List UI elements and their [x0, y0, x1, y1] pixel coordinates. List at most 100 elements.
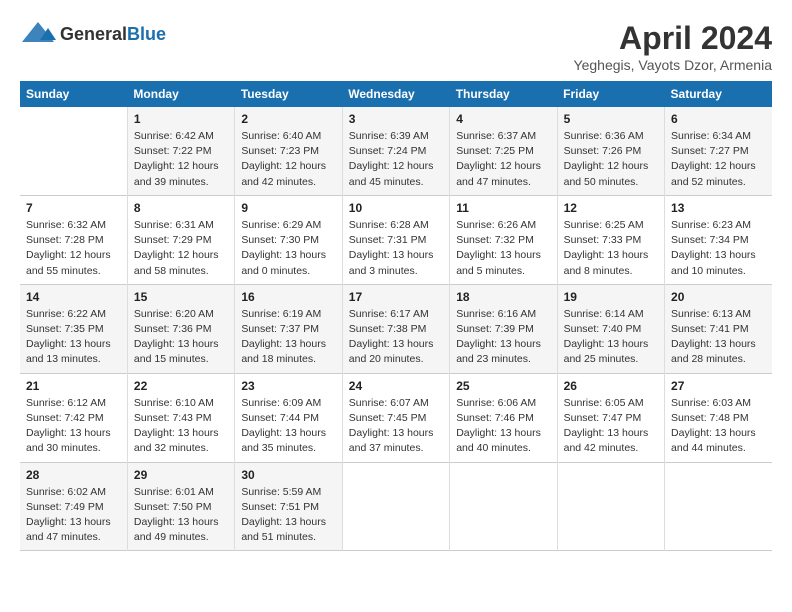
logo: GeneralBlue	[20, 20, 166, 48]
weekday-header-tuesday: Tuesday	[235, 81, 342, 107]
day-number: 11	[456, 201, 550, 215]
day-details: Sunrise: 6:05 AM Sunset: 7:47 PM Dayligh…	[564, 396, 658, 457]
day-details: Sunrise: 6:10 AM Sunset: 7:43 PM Dayligh…	[134, 396, 228, 457]
day-details: Sunrise: 6:22 AM Sunset: 7:35 PM Dayligh…	[26, 307, 121, 368]
day-details: Sunrise: 6:01 AM Sunset: 7:50 PM Dayligh…	[134, 485, 228, 546]
day-details: Sunrise: 6:32 AM Sunset: 7:28 PM Dayligh…	[26, 218, 121, 279]
calendar-cell: 13Sunrise: 6:23 AM Sunset: 7:34 PM Dayli…	[665, 195, 772, 284]
weekday-header-row: SundayMondayTuesdayWednesdayThursdayFrid…	[20, 81, 772, 107]
day-details: Sunrise: 6:36 AM Sunset: 7:26 PM Dayligh…	[564, 129, 658, 190]
logo-blue: Blue	[127, 24, 166, 44]
day-details: Sunrise: 6:02 AM Sunset: 7:49 PM Dayligh…	[26, 485, 121, 546]
day-number: 7	[26, 201, 121, 215]
calendar-week-4: 21 Sunrise: 6:12 AM Sunset: 7:42 PM Dayli…	[20, 373, 772, 462]
weekday-header-thursday: Thursday	[450, 81, 557, 107]
day-number: 2	[241, 112, 335, 126]
day-details: Sunrise: 6:26 AM Sunset: 7:32 PM Dayligh…	[456, 218, 550, 279]
day-number: 6	[671, 112, 766, 126]
calendar-cell: 21 Sunrise: 6:12 AM Sunset: 7:42 PM Dayli…	[20, 373, 127, 462]
calendar-week-2: 7 Sunrise: 6:32 AM Sunset: 7:28 PM Daylig…	[20, 195, 772, 284]
day-details: Sunrise: 6:37 AM Sunset: 7:25 PM Dayligh…	[456, 129, 550, 190]
calendar-cell	[342, 462, 449, 551]
calendar-cell: 29 Sunrise: 6:01 AM Sunset: 7:50 PM Dayli…	[127, 462, 234, 551]
day-number: 5	[564, 112, 658, 126]
calendar-cell: 23Sunrise: 6:09 AM Sunset: 7:44 PM Dayli…	[235, 373, 342, 462]
day-number: 29	[134, 468, 228, 482]
calendar-cell: 7 Sunrise: 6:32 AM Sunset: 7:28 PM Daylig…	[20, 195, 127, 284]
day-number: 4	[456, 112, 550, 126]
calendar-cell: 8Sunrise: 6:31 AM Sunset: 7:29 PM Daylig…	[127, 195, 234, 284]
calendar-cell: 2 Sunrise: 6:40 AM Sunset: 7:23 PM Daylig…	[235, 107, 342, 195]
calendar-cell	[665, 462, 772, 551]
weekday-header-monday: Monday	[127, 81, 234, 107]
day-details: Sunrise: 6:28 AM Sunset: 7:31 PM Dayligh…	[349, 218, 443, 279]
day-details: Sunrise: 6:07 AM Sunset: 7:45 PM Dayligh…	[349, 396, 443, 457]
day-number: 20	[671, 290, 766, 304]
day-details: Sunrise: 6:20 AM Sunset: 7:36 PM Dayligh…	[134, 307, 228, 368]
calendar-cell: 1 Sunrise: 6:42 AM Sunset: 7:22 PM Daylig…	[127, 107, 234, 195]
day-details: Sunrise: 5:59 AM Sunset: 7:51 PM Dayligh…	[241, 485, 335, 546]
month-title: April 2024	[574, 20, 772, 57]
calendar-week-5: 28Sunrise: 6:02 AM Sunset: 7:49 PM Dayli…	[20, 462, 772, 551]
day-number: 30	[241, 468, 335, 482]
calendar-cell: 18Sunrise: 6:16 AM Sunset: 7:39 PM Dayli…	[450, 284, 557, 373]
day-details: Sunrise: 6:39 AM Sunset: 7:24 PM Dayligh…	[349, 129, 443, 190]
day-number: 19	[564, 290, 658, 304]
day-number: 16	[241, 290, 335, 304]
location-title: Yeghegis, Vayots Dzor, Armenia	[574, 57, 772, 73]
calendar-cell: 9 Sunrise: 6:29 AM Sunset: 7:30 PM Daylig…	[235, 195, 342, 284]
weekday-header-friday: Friday	[557, 81, 664, 107]
calendar-cell: 28Sunrise: 6:02 AM Sunset: 7:49 PM Dayli…	[20, 462, 127, 551]
day-number: 26	[564, 379, 658, 393]
day-details: Sunrise: 6:34 AM Sunset: 7:27 PM Dayligh…	[671, 129, 766, 190]
day-details: Sunrise: 6:14 AM Sunset: 7:40 PM Dayligh…	[564, 307, 658, 368]
day-number: 17	[349, 290, 443, 304]
day-number: 9	[241, 201, 335, 215]
weekday-header-saturday: Saturday	[665, 81, 772, 107]
day-number: 13	[671, 201, 766, 215]
calendar-cell: 5 Sunrise: 6:36 AM Sunset: 7:26 PM Daylig…	[557, 107, 664, 195]
calendar-cell: 24 Sunrise: 6:07 AM Sunset: 7:45 PM Dayli…	[342, 373, 449, 462]
day-number: 1	[134, 112, 228, 126]
day-number: 12	[564, 201, 658, 215]
calendar-cell: 19 Sunrise: 6:14 AM Sunset: 7:40 PM Dayli…	[557, 284, 664, 373]
weekday-header-sunday: Sunday	[20, 81, 127, 107]
logo-icon	[20, 20, 56, 48]
page-header: GeneralBlue April 2024 Yeghegis, Vayots …	[20, 20, 772, 73]
calendar-cell	[450, 462, 557, 551]
day-number: 22	[134, 379, 228, 393]
calendar-cell: 11 Sunrise: 6:26 AM Sunset: 7:32 PM Dayli…	[450, 195, 557, 284]
day-details: Sunrise: 6:25 AM Sunset: 7:33 PM Dayligh…	[564, 218, 658, 279]
calendar-week-1: 1 Sunrise: 6:42 AM Sunset: 7:22 PM Daylig…	[20, 107, 772, 195]
day-details: Sunrise: 6:03 AM Sunset: 7:48 PM Dayligh…	[671, 396, 766, 457]
calendar-cell: 12 Sunrise: 6:25 AM Sunset: 7:33 PM Dayli…	[557, 195, 664, 284]
calendar-cell: 26 Sunrise: 6:05 AM Sunset: 7:47 PM Dayli…	[557, 373, 664, 462]
logo-general: General	[60, 24, 127, 44]
day-details: Sunrise: 6:16 AM Sunset: 7:39 PM Dayligh…	[456, 307, 550, 368]
day-number: 27	[671, 379, 766, 393]
calendar-cell: 17 Sunrise: 6:17 AM Sunset: 7:38 PM Dayli…	[342, 284, 449, 373]
day-details: Sunrise: 6:06 AM Sunset: 7:46 PM Dayligh…	[456, 396, 550, 457]
day-details: Sunrise: 6:40 AM Sunset: 7:23 PM Dayligh…	[241, 129, 335, 190]
day-number: 15	[134, 290, 228, 304]
day-number: 25	[456, 379, 550, 393]
day-details: Sunrise: 6:17 AM Sunset: 7:38 PM Dayligh…	[349, 307, 443, 368]
calendar-cell: 4 Sunrise: 6:37 AM Sunset: 7:25 PM Daylig…	[450, 107, 557, 195]
title-block: April 2024 Yeghegis, Vayots Dzor, Armeni…	[574, 20, 772, 73]
day-details: Sunrise: 6:12 AM Sunset: 7:42 PM Dayligh…	[26, 396, 121, 457]
day-details: Sunrise: 6:09 AM Sunset: 7:44 PM Dayligh…	[241, 396, 335, 457]
day-number: 21	[26, 379, 121, 393]
day-number: 3	[349, 112, 443, 126]
calendar-table: SundayMondayTuesdayWednesdayThursdayFrid…	[20, 81, 772, 551]
day-details: Sunrise: 6:42 AM Sunset: 7:22 PM Dayligh…	[134, 129, 228, 190]
day-number: 24	[349, 379, 443, 393]
calendar-cell: 6 Sunrise: 6:34 AM Sunset: 7:27 PM Daylig…	[665, 107, 772, 195]
day-details: Sunrise: 6:29 AM Sunset: 7:30 PM Dayligh…	[241, 218, 335, 279]
calendar-cell	[557, 462, 664, 551]
calendar-week-3: 14Sunrise: 6:22 AM Sunset: 7:35 PM Dayli…	[20, 284, 772, 373]
calendar-cell: 3 Sunrise: 6:39 AM Sunset: 7:24 PM Daylig…	[342, 107, 449, 195]
calendar-cell: 15 Sunrise: 6:20 AM Sunset: 7:36 PM Dayli…	[127, 284, 234, 373]
calendar-cell: 16Sunrise: 6:19 AM Sunset: 7:37 PM Dayli…	[235, 284, 342, 373]
calendar-cell: 20Sunrise: 6:13 AM Sunset: 7:41 PM Dayli…	[665, 284, 772, 373]
day-number: 8	[134, 201, 228, 215]
